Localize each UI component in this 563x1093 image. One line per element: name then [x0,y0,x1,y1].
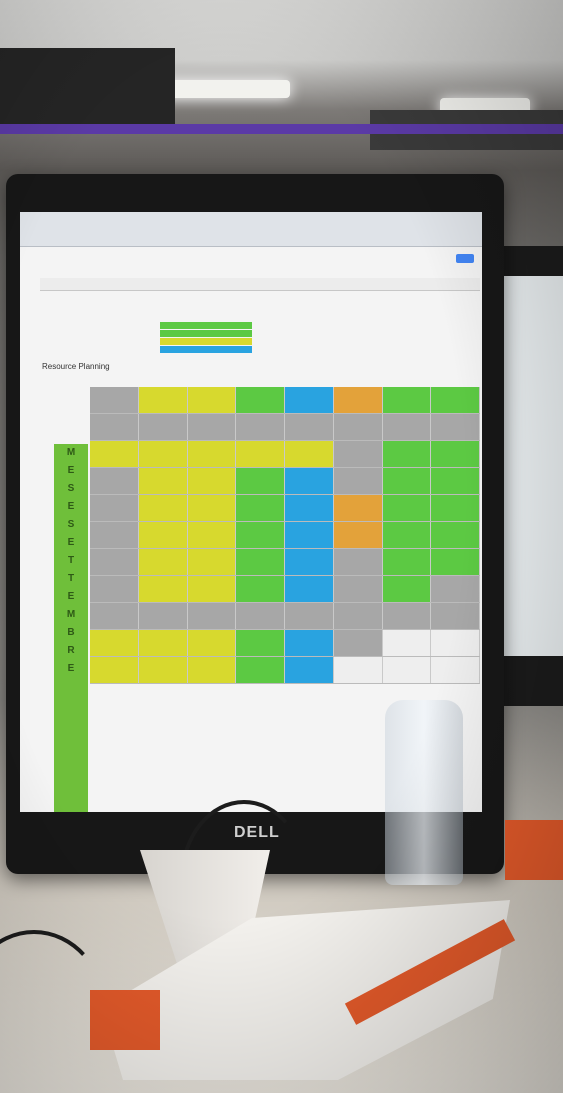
orange-base-edge [505,820,563,880]
share-button [456,254,474,263]
month-letter: E [67,663,75,674]
sheet-legend [160,322,252,354]
second-monitor-screen [504,276,563,656]
month-letter: R [67,645,75,656]
month-letter: E [67,501,75,512]
spreadsheet-grid [90,387,480,684]
grid-row [90,657,480,684]
month-letter: T [67,555,75,566]
sheet-toolbar [40,278,480,291]
sheet-label: Resource Planning [42,362,110,371]
orange-base-edge [90,990,160,1050]
grid-row [90,414,480,441]
legend-swatch [160,338,252,345]
grid-row [90,603,480,630]
background-partition [0,48,175,128]
month-letter: E [67,591,75,602]
month-letter: E [67,537,75,548]
month-letter: T [67,573,75,584]
month-letter: S [67,483,75,494]
purple-rail [0,124,563,134]
legend-swatch [160,330,252,337]
month-column: MESESETTEMBRE [54,444,88,812]
grid-row [90,495,480,522]
grid-row [90,576,480,603]
water-bottle [385,700,463,885]
browser-chrome [20,212,482,247]
grid-row [90,468,480,495]
grid-row [90,522,480,549]
grid-row [90,630,480,657]
legend-swatch [160,322,252,329]
photo-scene: Resource Planning MESESETTEMBRE DELL [0,0,563,1093]
grid-row [90,387,480,414]
month-letter: E [67,465,75,476]
month-letter: M [66,609,76,620]
month-letter: M [66,447,76,458]
legend-swatch [160,346,252,353]
grid-row [90,441,480,468]
month-letter: B [67,627,75,638]
month-letter: S [67,519,75,530]
grid-row [90,549,480,576]
